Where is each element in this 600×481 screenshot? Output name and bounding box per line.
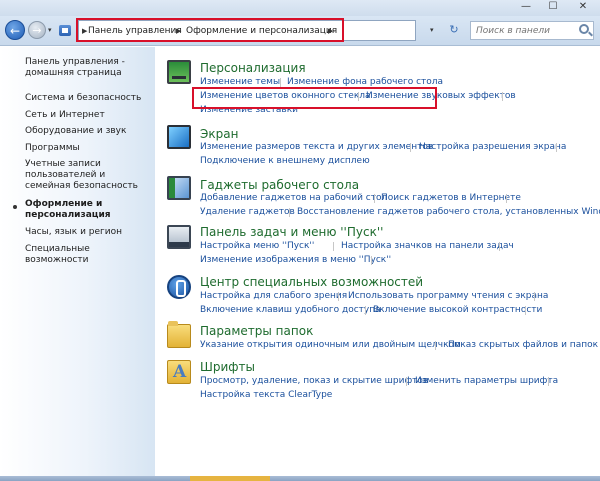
link-font-settings[interactable]: Изменить параметры шрифта <box>415 376 558 386</box>
folder-options-icon[interactable] <box>167 321 191 348</box>
link-sticky-keys[interactable]: Включение клавиш удобного доступа <box>200 305 381 315</box>
search-icon[interactable] <box>579 24 589 34</box>
sidebar-home-link[interactable]: Панель управления - домашняя страница <box>25 57 150 79</box>
sidebar-item-clock-language[interactable]: Часы, язык и регион <box>25 227 150 238</box>
link-click-mode[interactable]: Указание открытия одиночным или двойным … <box>200 340 461 350</box>
link-screen-reader[interactable]: Использовать программу чтения с экрана <box>348 291 548 301</box>
back-button[interactable]: ← <box>5 20 25 40</box>
link-separator <box>502 92 503 101</box>
section-title-accessibility[interactable]: Центр специальных возможностей <box>200 275 423 289</box>
minimize-button[interactable]: — <box>519 2 533 13</box>
display-icon[interactable] <box>167 125 191 149</box>
sidebar: Панель управления - домашняя страница Си… <box>0 47 155 481</box>
link-high-contrast[interactable]: Включение высокой контрастности <box>373 305 542 315</box>
link-cleartype[interactable]: Настройка текста ClearType <box>200 390 332 400</box>
link-separator <box>365 306 366 315</box>
sidebar-item-user-accounts[interactable]: Учетные записи пользователей и семейная … <box>25 159 150 192</box>
section-title-folder-options[interactable]: Параметры папок <box>200 324 313 338</box>
link-change-background[interactable]: Изменение фона рабочего стола <box>287 77 443 87</box>
taskbar-icon[interactable] <box>167 225 191 249</box>
link-separator <box>338 292 339 301</box>
link-separator <box>534 292 535 301</box>
link-start-picture[interactable]: Изменение изображения в меню ''Пуск'' <box>200 255 391 265</box>
link-separator <box>289 208 290 217</box>
navigation-bar: ← → ▾ ▶ Панель управления ▶ Оформление и… <box>0 16 600 46</box>
title-bar: — ☐ ✕ <box>0 0 600 16</box>
search-input[interactable] <box>476 24 574 37</box>
section-title-gadgets[interactable]: Гаджеты рабочего стола <box>200 178 359 192</box>
link-screen-resolution[interactable]: Настройка разрешения экрана <box>419 142 566 152</box>
maximize-button[interactable]: ☐ <box>546 2 560 13</box>
sidebar-item-programs[interactable]: Программы <box>25 143 150 154</box>
section-title-display[interactable]: Экран <box>200 127 238 141</box>
link-low-vision[interactable]: Настройка для слабого зрения <box>200 291 347 301</box>
sidebar-item-appearance: Оформление и персонализация <box>25 199 111 220</box>
link-external-display[interactable]: Подключение к внешнему дисплею <box>200 156 370 166</box>
taskbar-strip <box>0 476 600 481</box>
link-add-gadgets[interactable]: Добавление гаджетов на рабочий стол <box>200 193 387 203</box>
link-separator <box>499 242 500 251</box>
link-restore-gadgets[interactable]: Восстановление гаджетов рабочего стола, … <box>297 207 600 217</box>
link-separator <box>435 341 436 350</box>
link-customize-start[interactable]: Настройка меню ''Пуск'' <box>200 241 314 251</box>
personalization-icon[interactable] <box>167 60 191 84</box>
refresh-button[interactable]: ↻ <box>444 22 464 38</box>
sidebar-item-network[interactable]: Сеть и Интернет <box>25 110 150 121</box>
gadgets-icon[interactable] <box>167 176 191 200</box>
link-separator <box>525 306 526 315</box>
control-panel-icon <box>59 25 71 36</box>
link-separator <box>406 377 407 386</box>
address-dropdown-button[interactable]: ▾ <box>430 26 434 34</box>
search-box[interactable] <box>470 21 594 40</box>
link-separator <box>371 256 372 265</box>
link-remove-gadgets[interactable]: Удаление гаджетов <box>200 207 295 217</box>
section-title-fonts[interactable]: Шрифты <box>200 360 255 374</box>
link-separator <box>506 194 507 203</box>
link-hidden-files[interactable]: Показ скрытых файлов и папок <box>448 340 598 350</box>
link-separator <box>548 377 549 386</box>
current-item-bullet <box>13 205 17 209</box>
link-text-size[interactable]: Изменение размеров текста и других элеме… <box>200 142 433 152</box>
highlight-box <box>192 87 437 109</box>
link-taskbar-icons[interactable]: Настройка значков на панели задач <box>341 241 514 251</box>
forward-button[interactable]: → <box>28 21 46 39</box>
fonts-icon[interactable] <box>167 360 191 384</box>
sidebar-item-system-security[interactable]: Система и безопасность <box>25 93 150 104</box>
sidebar-item-accessibility[interactable]: Специальные возможности <box>25 244 150 266</box>
link-separator <box>280 78 281 87</box>
section-title-personalization[interactable]: Персонализация <box>200 61 306 75</box>
link-change-theme[interactable]: Изменение темы <box>200 77 280 87</box>
close-button[interactable]: ✕ <box>576 2 590 13</box>
link-manage-fonts[interactable]: Просмотр, удаление, показ и скрытие шриф… <box>200 376 428 386</box>
link-separator <box>410 143 411 152</box>
link-separator <box>374 194 375 203</box>
recent-pages-button[interactable]: ▾ <box>48 26 52 34</box>
section-title-taskbar[interactable]: Панель задач и меню ''Пуск'' <box>200 225 383 239</box>
link-separator <box>556 143 557 152</box>
taskbar-accent <box>190 476 270 481</box>
link-find-gadgets[interactable]: Поиск гаджетов в Интернете <box>381 193 521 203</box>
sidebar-item-hardware-sound[interactable]: Оборудование и звук <box>25 126 150 137</box>
main-content: Персонализация Изменение темы Изменение … <box>155 47 600 481</box>
link-separator <box>333 242 334 251</box>
breadcrumb-highlight-box <box>76 18 344 42</box>
accessibility-icon[interactable] <box>167 275 191 299</box>
